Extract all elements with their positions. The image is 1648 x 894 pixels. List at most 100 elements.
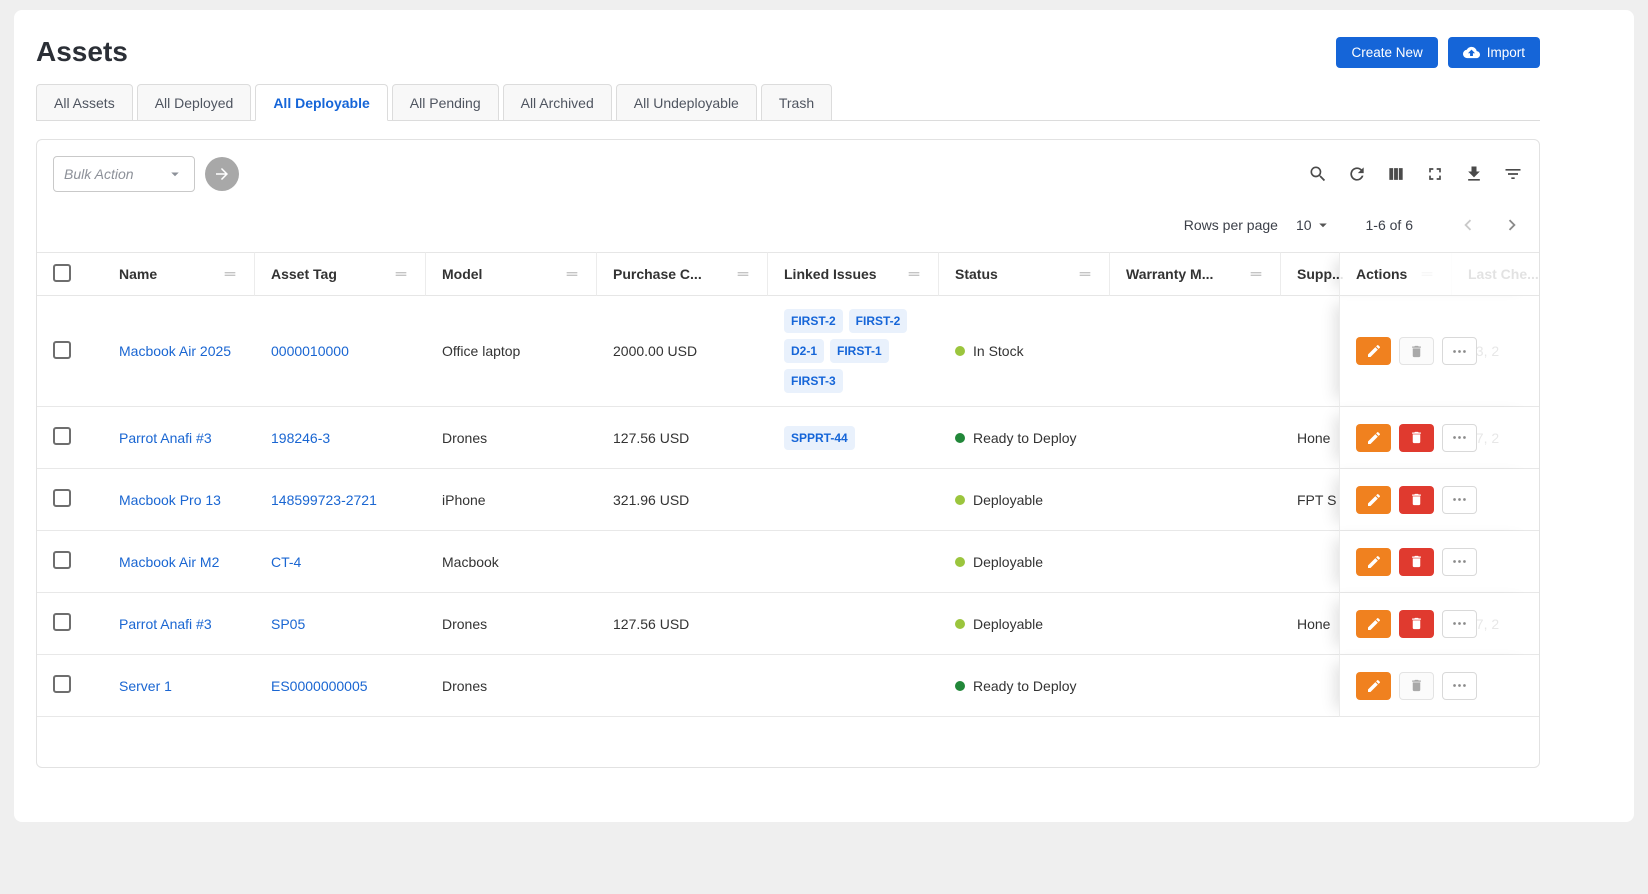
delete-button[interactable]: [1399, 337, 1434, 365]
table-body: Macbook Air 2025 0000010000 Office lapto…: [37, 296, 1539, 717]
status-label: Deployable: [973, 554, 1043, 570]
tab-trash[interactable]: Trash: [761, 84, 832, 121]
column-resize-handle-icon[interactable]: [564, 266, 580, 282]
asset-tag-link[interactable]: 0000010000: [271, 343, 349, 359]
linked-issues-cell: FIRST-2FIRST-2 D2-1FIRST-1 FIRST-3: [768, 296, 939, 407]
filter-icon[interactable]: [1503, 164, 1523, 184]
name-cell: Parrot Anafi #3: [103, 407, 255, 469]
column-resize-handle-icon[interactable]: [735, 266, 751, 282]
asset-name-link[interactable]: Macbook Air 2025: [119, 343, 231, 359]
edit-button[interactable]: [1356, 486, 1391, 514]
tab-all-deployed[interactable]: All Deployed: [137, 84, 252, 121]
linked-issues-cell: SPPRT-44: [768, 407, 939, 469]
columns-icon[interactable]: [1386, 164, 1406, 184]
select-all-checkbox[interactable]: [53, 264, 71, 282]
tab-all-assets[interactable]: All Assets: [36, 84, 133, 121]
asset-tag-link[interactable]: ES0000000005: [271, 678, 368, 694]
more-actions-button[interactable]: [1442, 548, 1477, 576]
tab-all-pending[interactable]: All Pending: [392, 84, 499, 121]
row-checkbox[interactable]: [53, 427, 71, 445]
status-dot-icon: [955, 433, 965, 443]
column-resize-handle-icon[interactable]: [222, 266, 238, 282]
search-icon[interactable]: [1308, 164, 1328, 184]
column-header-name[interactable]: Name: [103, 252, 255, 296]
column-header-asset_tag[interactable]: Asset Tag: [255, 252, 426, 296]
refresh-icon[interactable]: [1347, 164, 1367, 184]
delete-button[interactable]: [1399, 548, 1434, 576]
delete-button[interactable]: [1399, 486, 1434, 514]
linked-issue-badge[interactable]: FIRST-2: [849, 309, 908, 333]
tab-all-deployable[interactable]: All Deployable: [255, 84, 387, 121]
more-actions-button[interactable]: [1442, 337, 1477, 365]
table-row: Server 1 ES0000000005 Drones Ready to De…: [37, 655, 1539, 717]
row-checkbox[interactable]: [53, 551, 71, 569]
edit-button[interactable]: [1356, 610, 1391, 638]
import-button[interactable]: Import: [1448, 37, 1540, 68]
asset-name-link[interactable]: Macbook Pro 13: [119, 492, 221, 508]
edit-button[interactable]: [1356, 337, 1391, 365]
linked-issue-badge[interactable]: FIRST-2: [784, 309, 843, 333]
prev-page-button[interactable]: [1457, 214, 1479, 236]
column-header-purchase_cost[interactable]: Purchase C...: [597, 252, 768, 296]
column-resize-handle-icon[interactable]: [906, 266, 922, 282]
rows-per-page-label: Rows per page: [1184, 217, 1278, 233]
status-dot-icon: [955, 681, 965, 691]
row-checkbox[interactable]: [53, 675, 71, 693]
linked-issue-badge[interactable]: D2-1: [784, 339, 824, 363]
status-cell: Deployable: [939, 469, 1110, 531]
asset-name-link[interactable]: Macbook Air M2: [119, 554, 219, 570]
asset-tag-link[interactable]: SP05: [271, 616, 305, 632]
linked-issue-badge[interactable]: FIRST-1: [830, 339, 889, 363]
column-resize-handle-icon[interactable]: [393, 266, 409, 282]
asset-tag-link[interactable]: CT-4: [271, 554, 301, 570]
edit-button[interactable]: [1356, 424, 1391, 452]
next-page-button[interactable]: [1501, 214, 1523, 236]
download-icon[interactable]: [1464, 164, 1484, 184]
header-row: NameAsset TagModelPurchase C...Linked Is…: [37, 252, 1539, 296]
asset-name-link[interactable]: Server 1: [119, 678, 172, 694]
status-label: In Stock: [973, 343, 1024, 359]
asset-name-link[interactable]: Parrot Anafi #3: [119, 616, 212, 632]
row-checkbox[interactable]: [53, 489, 71, 507]
more-actions-button[interactable]: [1442, 424, 1477, 452]
status-cell: Ready to Deploy: [939, 407, 1110, 469]
edit-button[interactable]: [1356, 548, 1391, 576]
column-resize-handle-icon[interactable]: [1077, 266, 1093, 282]
bulk-action-apply-button[interactable]: [205, 157, 239, 191]
bulk-action-select[interactable]: Bulk Action: [53, 156, 195, 192]
tab-all-undeployable[interactable]: All Undeployable: [616, 84, 757, 121]
edit-button[interactable]: [1356, 672, 1391, 700]
actions-header-cell: Actions: [1339, 252, 1539, 296]
rows-per-page-select[interactable]: 10: [1296, 216, 1332, 234]
column-header-status[interactable]: Status: [939, 252, 1110, 296]
column-resize-handle-icon[interactable]: [1248, 266, 1264, 282]
column-header-label: Status: [955, 266, 998, 282]
create-new-button[interactable]: Create New: [1336, 37, 1437, 68]
fullscreen-icon[interactable]: [1425, 164, 1445, 184]
purchase-cost-cell: 2000.00 USD: [597, 296, 768, 407]
column-header-model[interactable]: Model: [426, 252, 597, 296]
model-cell: Drones: [426, 593, 597, 655]
tab-all-archived[interactable]: All Archived: [503, 84, 612, 121]
warranty-cell: [1110, 296, 1281, 407]
asset-tag-link[interactable]: 198246-3: [271, 430, 330, 446]
asset-name-link[interactable]: Parrot Anafi #3: [119, 430, 212, 446]
linked-issue-badge[interactable]: SPPRT-44: [784, 426, 855, 450]
checkbox-cell: [37, 593, 103, 655]
column-header-linked_issues[interactable]: Linked Issues: [768, 252, 939, 296]
delete-button[interactable]: [1399, 424, 1434, 452]
delete-button[interactable]: [1399, 610, 1434, 638]
more-actions-button[interactable]: [1442, 486, 1477, 514]
asset-tag-link[interactable]: 148599723-2721: [271, 492, 377, 508]
row-checkbox[interactable]: [53, 341, 71, 359]
asset-tag-cell: 198246-3: [255, 407, 426, 469]
delete-button[interactable]: [1399, 672, 1434, 700]
column-header-warranty[interactable]: Warranty M...: [1110, 252, 1281, 296]
actions-cell: [1339, 469, 1539, 531]
checkbox-cell: [37, 655, 103, 717]
more-actions-button[interactable]: [1442, 672, 1477, 700]
warranty-cell: [1110, 407, 1281, 469]
more-actions-button[interactable]: [1442, 610, 1477, 638]
row-checkbox[interactable]: [53, 613, 71, 631]
linked-issue-badge[interactable]: FIRST-3: [784, 369, 843, 393]
